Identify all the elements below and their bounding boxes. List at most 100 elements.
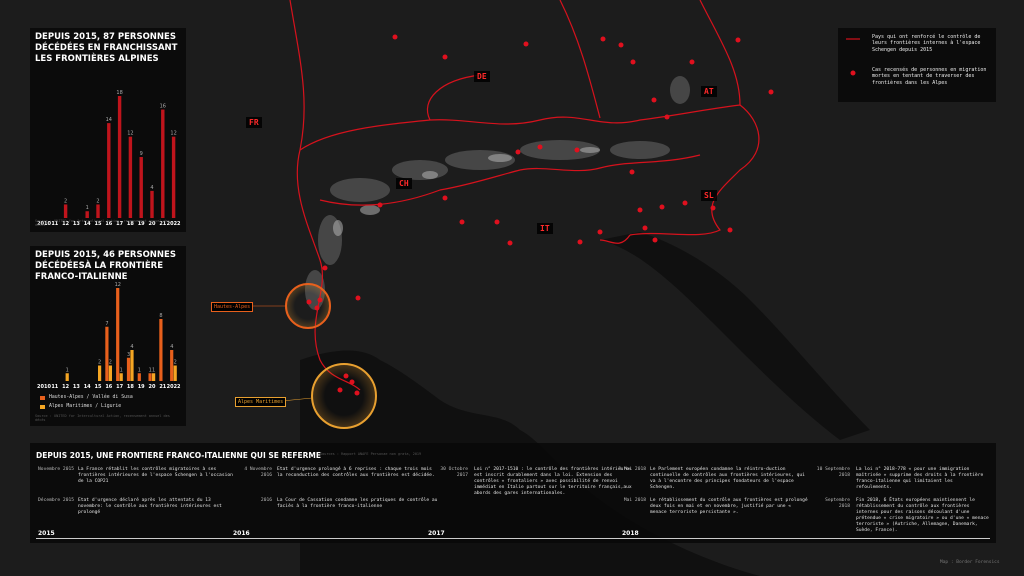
chart2-bar-a-18 — [126, 357, 131, 381]
country-label-ch: CH — [396, 178, 412, 189]
chart1-value-label: 2 — [96, 198, 99, 204]
event-4-text: La Cour de Cassation condamne les pratiq… — [277, 498, 438, 509]
chart2-value-label-a: 12 — [115, 282, 121, 288]
year-2018: 2018 — [622, 530, 639, 537]
event-5-date: 30 Octobre 2017 — [440, 467, 468, 478]
alpes-maritimes-ring — [311, 363, 377, 429]
chart1-value-label: 9 — [140, 151, 143, 157]
event-4-date: 2016 — [260, 498, 272, 503]
chart1-bar-12 — [63, 204, 68, 218]
chart2-tick-label: 15 — [95, 384, 102, 390]
chart1-bar-14 — [85, 211, 89, 218]
chart2-bar-b-18 — [130, 350, 134, 381]
chart2-bar-b-20 — [152, 373, 156, 381]
chart1-bar-21 — [161, 109, 165, 218]
legend-border-text: Pays qui ont renforcé le contrôle de leu… — [872, 34, 981, 53]
chart2-bar-a-19 — [137, 373, 141, 381]
chart1-bar-2022 — [171, 136, 176, 218]
border-legend-icon — [846, 38, 860, 40]
country-label-sl: SL — [701, 190, 717, 201]
event-2-text: Etat d'urgence déclaré après les attenta… — [78, 498, 222, 515]
timeline-title: DEPUIS 2015, UNE FRONTIERE FRANCO-ITALIE… — [36, 451, 321, 460]
event-9-date: Septembre 2018 — [825, 498, 850, 509]
chart2-tick-label: 16 — [105, 384, 112, 390]
chart2-tick-label: 2010 — [37, 384, 51, 390]
chart2-legend-b-swatch — [40, 405, 45, 409]
chart1-value-label: 16 — [160, 104, 166, 110]
chart2-bar-b-2022 — [173, 365, 177, 381]
chart2-panel: DEPUIS 2015, 46 PERSONNES DÉCÉDÉESÀ LA F… — [30, 246, 186, 426]
chart2-value-label-b: 2 — [109, 360, 112, 366]
event-9-text: Fin 2018, 6 États européens maintiennent… — [856, 498, 989, 533]
chart2-tick-label: 2022 — [167, 384, 181, 390]
chart2-value-label-b: 4 — [130, 344, 133, 350]
chart2-value-label-b: 1 — [120, 367, 123, 373]
hautes-alpes-label: Hautes-Alpes — [211, 302, 254, 312]
event-1-date: Novembre 2015 — [38, 467, 74, 472]
chart2-bar-b-12 — [65, 373, 69, 381]
event-1-text: La France rétablit les contrôles migrato… — [78, 467, 233, 484]
chart1-svg: 2010 11212 1311421514161817121891942016211… — [37, 90, 181, 227]
chart1-source: Source : UNITED for Intercultural Action… — [35, 219, 170, 227]
death-legend-icon — [850, 70, 856, 76]
event-8-text: La loi n° 2018-778 « pour une immigratio… — [856, 467, 984, 490]
timeline-panel: DEPUIS 2015, UNE FRONTIERE FRANCO-ITALIE… — [30, 443, 996, 543]
chart2-tick-label: 14 — [84, 384, 91, 390]
country-label-de: DE — [474, 71, 490, 82]
chart2-tick-label: 13 — [73, 384, 80, 390]
chart1-bar-17 — [117, 96, 122, 218]
chart2-tick-label: 12 — [62, 384, 69, 390]
chart2-tick-label: 11 — [51, 384, 58, 390]
chart2-source: Source : UNITED for Intercultural Action… — [35, 414, 170, 422]
map-credit: Map : Border Forensics — [940, 560, 1000, 565]
chart1-value-label: 4 — [150, 185, 153, 191]
chart2-value-label-a: 1 — [138, 367, 141, 373]
year-2017: 2017 — [428, 530, 445, 537]
chart1-value-label: 18 — [116, 90, 122, 96]
chart2-legend-a: Hautes-Alpes / Vallée di Susa — [49, 395, 133, 400]
event-7-date: Mai 2018 — [623, 498, 646, 503]
alpes-maritimes-label: Alpes Maritimes — [235, 397, 287, 407]
chart1-panel: DEPUIS 2015, 87 PERSONNES DÉCÉDÉES EN FR… — [30, 28, 186, 232]
chart1-value-label: 12 — [170, 131, 176, 137]
country-label-at: AT — [701, 86, 717, 97]
chart2-tick-label: 19 — [138, 384, 145, 390]
chart2-value-label-b: 1 — [66, 367, 69, 373]
chart1-bar-20 — [150, 190, 154, 218]
hautes-alpes-ring — [285, 283, 331, 329]
timeline-source: Sources : Rapport ANAFE Personae non gra… — [320, 452, 422, 456]
chart1-value-label: 1 — [86, 205, 89, 211]
chart2-bar-b-16 — [108, 365, 112, 381]
map-legend: Pays qui ont renforcé le contrôle de leu… — [838, 28, 996, 102]
event-7-text: Le rétablissement du contrôle aux fronti… — [650, 498, 808, 515]
chart2-tick-label: 20 — [149, 384, 156, 390]
chart2-legend-a-swatch — [40, 396, 45, 400]
chart2-bar-a-20 — [148, 373, 152, 381]
country-label-fr: FR — [246, 117, 262, 128]
event-6-text: Le Parlement européen condamne la réintr… — [650, 467, 805, 490]
year-2016: 2016 — [233, 530, 250, 537]
chart2-value-label-b: 1 — [152, 367, 155, 373]
legend-cases-text: Cas recensés de personnes en migration m… — [872, 67, 987, 86]
chart1-bar-15 — [96, 204, 100, 218]
chart2-tick-label: 18 — [127, 384, 134, 390]
chart2-value-label-a: 8 — [159, 313, 162, 319]
chart1-bar-16 — [107, 123, 111, 218]
chart2-bar-a-16 — [105, 326, 109, 381]
chart2-value-label-a: 3 — [127, 352, 130, 358]
timeline-axis — [36, 538, 990, 539]
chart2-value-label-a: 4 — [170, 344, 173, 350]
chart1-value-label: 14 — [106, 117, 112, 123]
chart2-bar-a-21 — [159, 319, 163, 381]
chart2-value-label-b: 2 — [174, 360, 177, 366]
chart2-legend-b: Alpes Maritimes / Ligurie — [49, 404, 122, 409]
chart2-value-label-b: 2 — [98, 360, 101, 366]
chart1-bar-19 — [139, 157, 143, 218]
event-3-date: 4 Novembre 2016 — [244, 467, 272, 478]
event-8-date: 10 Septembre 2018 — [816, 467, 850, 478]
chart1-bar-18 — [128, 136, 133, 218]
chart2-bar-b-17 — [119, 373, 123, 381]
event-3-text: Etat d'urgence prolongé à 6 reprises : c… — [277, 467, 435, 478]
chart1-value-label: 12 — [127, 131, 133, 137]
chart2-bar-b-15 — [98, 365, 102, 381]
